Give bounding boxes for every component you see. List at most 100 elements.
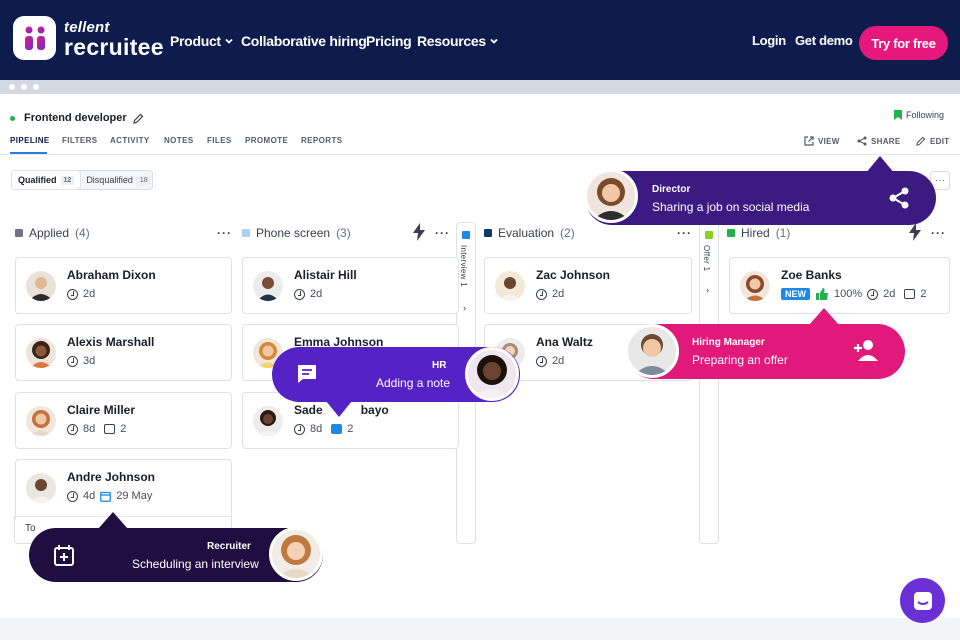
- candidate-avatar: [253, 271, 283, 301]
- candidate-card-alistair-hill[interactable]: Alistair Hill 2d: [242, 257, 459, 314]
- clock-icon: [67, 423, 78, 435]
- bubble-description: Scheduling an interview: [132, 557, 259, 571]
- disqualified-label: Disqualified: [86, 175, 133, 185]
- bubble-role: Director: [652, 184, 691, 195]
- window-dot: [21, 84, 27, 90]
- time-in-stage: 8d: [310, 423, 323, 435]
- candidate-card-zac-johnson[interactable]: Zac Johnson 2d: [484, 257, 692, 314]
- disqualified-option[interactable]: Disqualified 18: [80, 171, 156, 189]
- bubble-pointer: [98, 512, 128, 529]
- column-menu-ellipsis-icon[interactable]: ···: [677, 226, 692, 240]
- recruitee-logo-icon[interactable]: [13, 16, 56, 60]
- tab-reports[interactable]: REPORTS: [301, 136, 342, 145]
- candidate-name: Andre Johnson: [67, 470, 156, 484]
- nav-pricing[interactable]: Pricing: [366, 33, 412, 49]
- nav-product[interactable]: Product: [170, 33, 234, 49]
- pencil-icon: [916, 136, 926, 146]
- column-menu-ellipsis-icon[interactable]: ···: [435, 226, 450, 240]
- job-title-text: Frontend developer: [24, 112, 127, 124]
- page-footer-strip: [0, 618, 960, 640]
- note-icon: [904, 289, 916, 299]
- column-name: Applied: [29, 226, 70, 240]
- qualified-count: 12: [60, 175, 75, 185]
- tab-files[interactable]: FILES: [207, 136, 232, 145]
- candidate-card-zoe-banks[interactable]: Zoe Banks NEW 100% 2d 2: [729, 257, 950, 314]
- candidate-avatar: [740, 271, 770, 301]
- tab-activity[interactable]: ACTIVITY: [110, 136, 150, 145]
- tab-pipeline[interactable]: PIPELINE: [10, 136, 50, 145]
- offer-label: Offer: [702, 245, 711, 265]
- candidate-name: Zoe Banks: [781, 268, 842, 282]
- time-in-stage: 2d: [310, 288, 323, 300]
- stage-color-square: [462, 231, 470, 239]
- qualified-option[interactable]: Qualified 12: [12, 171, 81, 189]
- bubble-role: Hiring Manager: [692, 337, 765, 348]
- collapsed-column-offer[interactable]: Offer 1 ›: [699, 222, 719, 544]
- candidate-name: Abraham Dixon: [67, 268, 156, 282]
- clock-icon: [536, 288, 547, 300]
- clock-icon: [536, 355, 547, 367]
- share-icon: [889, 187, 909, 209]
- time-in-stage: 2d: [883, 288, 896, 300]
- clock-icon: [867, 288, 879, 300]
- candidate-card-alexis-marshall[interactable]: Alexis Marshall 3d: [15, 324, 232, 381]
- nav-resources[interactable]: Resources: [417, 33, 499, 49]
- candidate-last-name-fragment: bayo: [360, 403, 389, 417]
- view-button[interactable]: VIEW: [804, 136, 840, 146]
- nav-login[interactable]: Login: [752, 33, 786, 48]
- share-label: SHARE: [871, 136, 901, 146]
- candidate-card-abraham-dixon[interactable]: Abraham Dixon 2d: [15, 257, 232, 314]
- lightning-bolt-icon[interactable]: [412, 223, 426, 241]
- column-name: Offer 1: [702, 245, 711, 271]
- clock-icon: [294, 423, 305, 435]
- window-dot: [33, 84, 39, 90]
- job-status-dot: [10, 116, 15, 121]
- qualified-label: Qualified: [18, 175, 57, 185]
- clock-icon: [294, 288, 305, 300]
- candidate-card-claire-miller[interactable]: Claire Miller 8d 2: [15, 392, 232, 449]
- brand-wordmark[interactable]: tellent recruitee: [64, 20, 164, 59]
- following-label: Following: [906, 110, 945, 120]
- column-count: (1): [775, 226, 791, 240]
- browser-chrome-bar: [0, 80, 960, 94]
- column-header-evaluation: Evaluation (2): [484, 226, 575, 240]
- hr-avatar: [465, 347, 519, 401]
- candidate-avatar: [253, 406, 283, 436]
- stage-color-square: [484, 229, 492, 237]
- chevron-right-icon[interactable]: ›: [706, 285, 709, 295]
- nav-collaborative-hiring[interactable]: Collaborative hiring: [241, 33, 367, 49]
- tab-filters[interactable]: FILTERS: [62, 136, 98, 145]
- candidate-avatar: [495, 271, 525, 301]
- brand-line-1: tellent: [64, 19, 110, 36]
- nav-get-demo[interactable]: Get demo: [795, 33, 853, 48]
- share-icon: [857, 136, 867, 146]
- tab-notes[interactable]: NOTES: [164, 136, 194, 145]
- lightning-bolt-icon[interactable]: [908, 223, 922, 241]
- note-count: 2: [347, 423, 354, 435]
- candidate-meta: 3d: [67, 355, 95, 367]
- column-menu-ellipsis-icon[interactable]: ···: [217, 226, 232, 240]
- try-for-free-button[interactable]: Try for free: [859, 26, 948, 60]
- calendar-add-icon: [54, 545, 74, 566]
- external-link-icon: [804, 136, 814, 146]
- column-name: Interview 1: [459, 245, 468, 287]
- tab-promote[interactable]: PROMOTE: [245, 136, 288, 145]
- candidate-avatar: [26, 406, 56, 436]
- candidate-meta: 4d 29 May: [67, 490, 152, 502]
- chat-note-icon: [298, 365, 316, 383]
- column-name: Evaluation: [498, 226, 555, 240]
- candidate-name: Zac Johnson: [536, 268, 611, 282]
- pencil-icon[interactable]: [132, 113, 144, 124]
- candidate-meta: 8d 2: [67, 423, 126, 435]
- following-toggle[interactable]: Following: [894, 110, 944, 120]
- edit-button[interactable]: EDIT: [916, 136, 949, 146]
- add-user-icon: [854, 340, 878, 361]
- candidate-card-andre-johnson[interactable]: Andre Johnson 4d 29 May: [15, 459, 232, 519]
- share-button[interactable]: SHARE: [857, 136, 901, 146]
- chat-launcher-button[interactable]: [900, 578, 945, 623]
- chevron-right-icon[interactable]: ›: [463, 303, 466, 313]
- new-badge: NEW: [781, 288, 810, 300]
- column-header-hired: Hired (1): [727, 226, 790, 240]
- column-menu-ellipsis-icon[interactable]: ···: [931, 226, 946, 240]
- view-label: VIEW: [818, 136, 840, 146]
